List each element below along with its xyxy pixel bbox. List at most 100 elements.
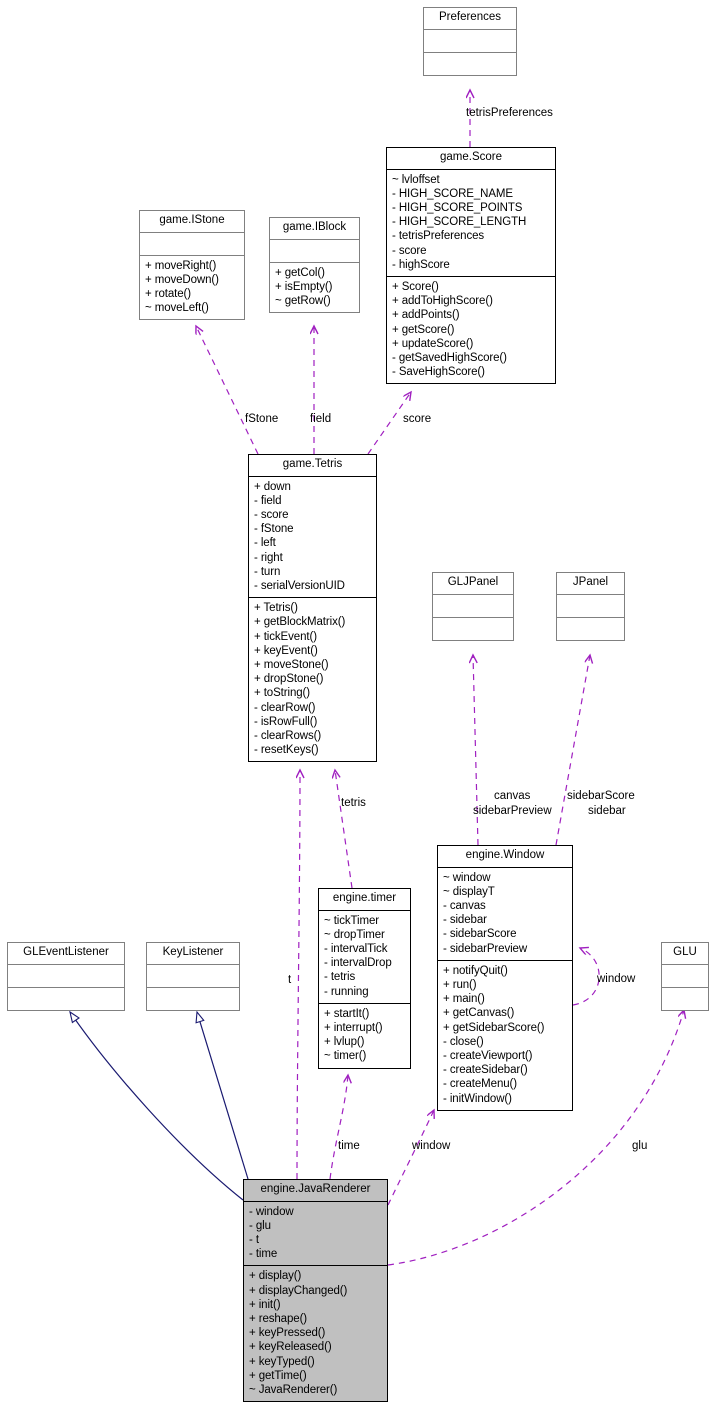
class-attribute: - score: [254, 508, 289, 521]
class-operation: - isRowFull(): [254, 715, 318, 728]
class-operation: + moveDown(): [145, 273, 219, 286]
class-title: GLU: [673, 946, 697, 958]
class-attribute: ~ lvloffset: [392, 173, 440, 186]
class-title: GLJPanel: [447, 576, 499, 588]
edge-javarenderer-implements-gleventlistener: [69, 1010, 244, 1201]
class-box-game-istone[interactable]: game.IStone + moveRight() + moveDown() +…: [139, 210, 245, 321]
class-box-engine-javarenderer[interactable]: engine.JavaRenderer - window - glu - t -…: [243, 1179, 388, 1403]
class-operation: + getBlockMatrix(): [254, 616, 346, 629]
operations-compartment: + display() + displayChanged() + init() …: [244, 1266, 387, 1401]
class-operation: + keyReleased(): [249, 1341, 332, 1354]
class-operation: + displayChanged(): [249, 1284, 348, 1297]
class-box-game-tetris[interactable]: game.Tetris + down - field - score - fSt…: [248, 454, 377, 763]
operations-compartment: + Tetris() + getBlockMatrix() + tickEven…: [249, 598, 376, 761]
class-operation: + moveStone(): [254, 658, 329, 671]
class-box-game-score[interactable]: game.Score ~ lvloffset - HIGH_SCORE_NAME…: [386, 147, 556, 385]
class-operation: + getScore(): [392, 323, 455, 336]
attributes-compartment: - window - glu - t - time: [244, 1202, 387, 1266]
edge-label-time: time: [338, 1140, 360, 1152]
class-title: KeyListener: [162, 946, 224, 958]
class-attribute: - HIGH_SCORE_POINTS: [392, 201, 523, 214]
attributes-compartment: [270, 240, 359, 262]
class-operation: + notifyQuit(): [443, 964, 508, 977]
class-title: engine.timer: [332, 892, 397, 904]
class-operation: + keyTyped(): [249, 1355, 315, 1368]
class-attribute: - window: [249, 1205, 294, 1218]
class-operation: - createSidebar(): [443, 1064, 528, 1077]
operations-compartment: + notifyQuit() + run() + main() + getCan…: [438, 961, 572, 1110]
class-attribute: + down: [254, 480, 291, 493]
class-operation: + dropStone(): [254, 673, 324, 686]
class-operation: + getSidebarScore(): [443, 1021, 545, 1034]
edge-label-sidebarPreview: sidebarPreview: [473, 805, 552, 817]
class-title: game.Score: [439, 151, 502, 163]
class-box-engine-window[interactable]: engine.Window ~ window ~ displayT - canv…: [437, 845, 573, 1111]
class-operation: + lvlup(): [324, 1036, 365, 1049]
class-box-glu[interactable]: GLU: [661, 942, 709, 1011]
attributes-compartment: [662, 965, 708, 987]
edge-label-sidebarScore: sidebarScore: [567, 790, 635, 802]
class-operation: + updateScore(): [392, 337, 474, 350]
class-attribute: ~ dropTimer: [324, 928, 385, 941]
attributes-compartment: ~ window ~ displayT - canvas - sidebar -…: [438, 868, 572, 960]
class-attribute: - sidebarPreview: [443, 942, 528, 955]
class-operation: + reshape(): [249, 1312, 308, 1325]
class-operation: - createMenu(): [443, 1078, 518, 1091]
class-box-gleventlistener[interactable]: GLEventListener: [7, 942, 125, 1011]
class-attribute: - canvas: [443, 899, 486, 912]
class-operation: + run(): [443, 978, 477, 991]
class-title: JPanel: [572, 576, 609, 588]
class-attribute: - HIGH_SCORE_LENGTH: [392, 216, 527, 229]
class-attribute: - intervalDrop: [324, 957, 392, 970]
class-title: engine.JavaRenderer: [260, 1183, 371, 1195]
class-operation: - createViewport(): [443, 1049, 533, 1062]
class-attribute: ~ tickTimer: [324, 914, 380, 927]
edge-label-fStone: fStone: [245, 413, 279, 425]
operations-compartment: [557, 618, 624, 640]
edge-label-score: score: [403, 413, 432, 425]
class-operation: + toString(): [254, 687, 311, 700]
attributes-compartment: [433, 595, 513, 617]
class-operation: - getSavedHighScore(): [392, 351, 507, 364]
class-attribute: - HIGH_SCORE_NAME: [392, 187, 513, 200]
class-attribute: - t: [249, 1233, 259, 1246]
operations-compartment: + moveRight() + moveDown() + rotate() ~ …: [140, 256, 244, 320]
class-box-jpanel[interactable]: JPanel: [556, 572, 625, 641]
class-operation: + display(): [249, 1270, 302, 1283]
class-operation: + addPoints(): [392, 309, 460, 322]
class-operation: - resetKeys(): [254, 744, 319, 757]
edge-label-field: field: [310, 413, 332, 425]
class-operation: - clearRow(): [254, 701, 316, 714]
class-operation: + moveRight(): [145, 259, 217, 272]
edge-label-sidebar: sidebar: [588, 805, 626, 817]
edge-label-window-self: window: [597, 973, 636, 985]
class-attribute: - serialVersionUID: [254, 579, 345, 592]
class-box-gljpanel[interactable]: GLJPanel: [432, 572, 514, 641]
edge-label-t: t: [288, 974, 292, 986]
operations-compartment: [662, 988, 708, 1010]
class-box-engine-timer[interactable]: engine.timer ~ tickTimer ~ dropTimer - i…: [318, 888, 411, 1069]
class-box-keylistener[interactable]: KeyListener: [146, 942, 240, 1011]
class-attribute: - glu: [249, 1219, 271, 1232]
uml-class-diagram: Preferences game.Score ~ lvloffset - HIG…: [0, 0, 715, 1411]
edge-window-to-jpanel: [555, 655, 590, 846]
class-operation: + interrupt(): [324, 1021, 383, 1034]
class-attribute: - left: [254, 537, 276, 550]
class-attribute: - right: [254, 551, 283, 564]
class-operation: + tickEvent(): [254, 630, 317, 643]
class-operation: + getCanvas(): [443, 1007, 515, 1020]
class-attribute: - tetris: [324, 971, 356, 984]
class-attribute: - turn: [254, 565, 281, 578]
operations-compartment: [147, 988, 239, 1010]
class-attribute: - highScore: [392, 258, 450, 271]
class-operation: - initWindow(): [443, 1092, 512, 1105]
operations-compartment: + getCol() + isEmpty() ~ getRow(): [270, 263, 359, 313]
class-box-game-iblock[interactable]: game.IBlock + getCol() + isEmpty() ~ get…: [269, 217, 360, 314]
class-attribute: - fStone: [254, 523, 294, 536]
class-box-preferences[interactable]: Preferences: [423, 7, 517, 76]
operations-compartment: [433, 618, 513, 640]
class-operation: + getTime(): [249, 1369, 307, 1382]
operations-compartment: + Score() + addToHighScore() + addPoints…: [387, 277, 555, 383]
edge-label-window-bottom: window: [412, 1140, 451, 1152]
class-title: game.Tetris: [282, 458, 343, 470]
